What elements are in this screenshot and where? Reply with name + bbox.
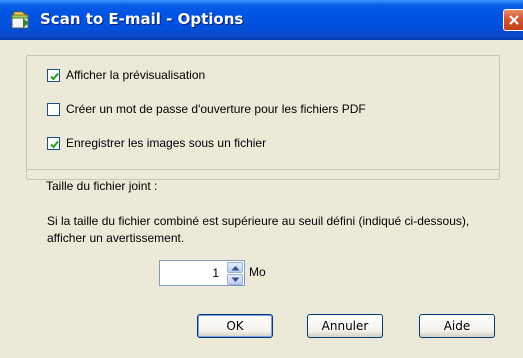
close-button[interactable] — [503, 9, 523, 31]
size-unit-label: Mo — [249, 265, 266, 279]
options-dialog: Scan to E-mail - Options Afficher la pré… — [0, 0, 523, 358]
title-bar: Scan to E-mail - Options — [0, 0, 523, 40]
close-icon — [509, 15, 519, 25]
spin-up-button[interactable] — [227, 262, 243, 273]
window-title: Scan to E-mail - Options — [40, 10, 244, 28]
cancel-button[interactable]: Annuler — [307, 314, 383, 338]
size-threshold-spinner[interactable]: 1 — [159, 260, 245, 286]
chevron-down-icon — [231, 277, 240, 282]
chevron-up-icon — [231, 266, 240, 271]
check-icon — [50, 140, 59, 148]
preview-checkbox[interactable] — [47, 68, 60, 82]
scanner-mail-icon — [9, 10, 31, 30]
size-threshold-input[interactable]: 1 — [212, 266, 219, 280]
check-icon — [50, 72, 59, 80]
attachment-size-label: Taille du fichier joint : — [46, 179, 158, 193]
ok-button[interactable]: OK — [197, 314, 273, 338]
spin-down-button[interactable] — [227, 274, 243, 285]
preview-label: Afficher la prévisualisation — [66, 68, 206, 82]
option-pdf-password[interactable]: Créer un mot de passe d'ouverture pour l… — [47, 101, 366, 117]
save-images-label: Enregistrer les images sous un fichier — [66, 136, 267, 150]
attachment-description: Si la taille du fichier combiné est supé… — [47, 214, 470, 245]
dialog-body: Afficher la prévisualisation Créer un mo… — [0, 40, 523, 358]
option-preview[interactable]: Afficher la prévisualisation — [47, 67, 205, 83]
pdf-password-label: Créer un mot de passe d'ouverture pour l… — [66, 102, 366, 116]
save-images-checkbox[interactable] — [47, 136, 60, 150]
pdf-password-checkbox[interactable] — [47, 102, 60, 116]
section-divider — [26, 169, 500, 170]
option-save-images[interactable]: Enregistrer les images sous un fichier — [47, 135, 266, 151]
help-button[interactable]: Aide — [419, 314, 495, 338]
